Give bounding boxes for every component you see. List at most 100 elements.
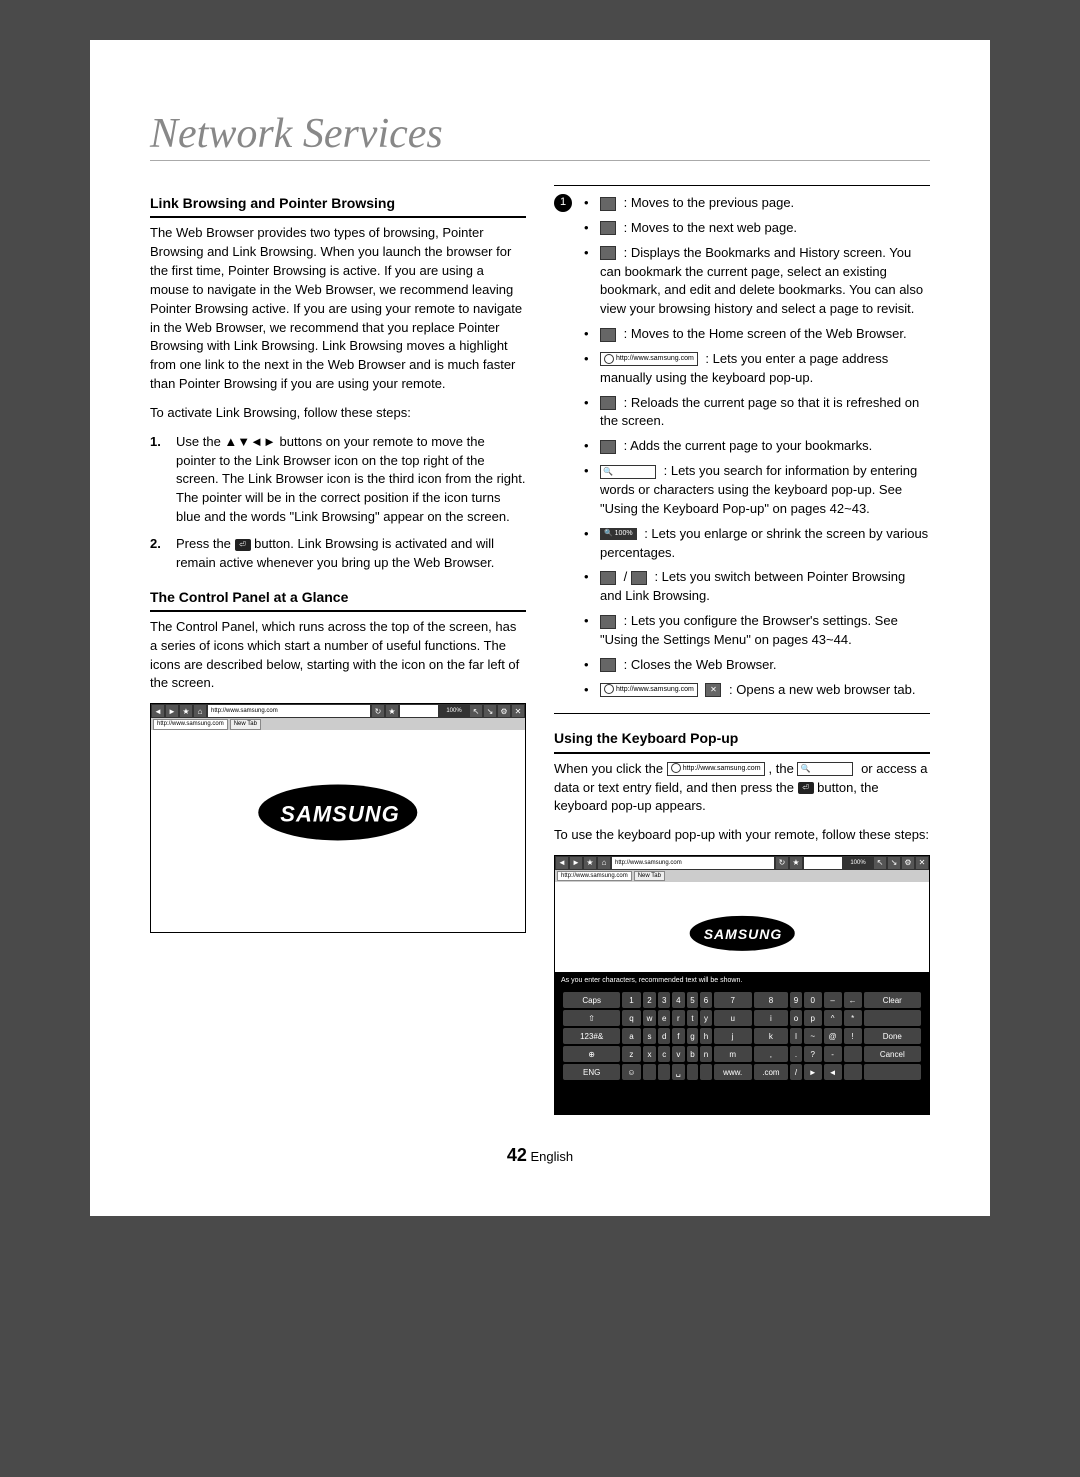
keyboard-key[interactable] — [844, 1046, 862, 1062]
keyboard-key[interactable] — [864, 1010, 921, 1026]
step-text: Press the ⏎ button. Link Browsing is act… — [176, 535, 526, 573]
keyboard-key[interactable]: p — [804, 1010, 822, 1026]
star-icon: ★ — [385, 704, 399, 718]
toolbar-item: : Displays the Bookmarks and History scr… — [584, 244, 930, 319]
keyboard-key[interactable]: q — [622, 1010, 640, 1026]
keyboard-key[interactable]: ! — [844, 1028, 862, 1044]
globe-icon — [671, 763, 681, 773]
keyboard-key[interactable]: e — [658, 1010, 670, 1026]
keyboard-key[interactable]: .com — [754, 1064, 789, 1080]
subhead-keyboard: Using the Keyboard Pop-up — [554, 728, 930, 753]
keyboard-key[interactable]: o — [790, 1010, 802, 1026]
keyboard-key[interactable] — [643, 1064, 657, 1080]
keyboard-key[interactable]: 2 — [643, 992, 657, 1008]
keyboard-key[interactable]: 5 — [687, 992, 699, 1008]
callout-1: 1 — [554, 194, 572, 212]
toolbar-item: : Adds the current page to your bookmark… — [584, 437, 930, 456]
keyboard-key[interactable] — [700, 1064, 712, 1080]
keyboard-key[interactable]: c — [658, 1046, 670, 1062]
keyboard-key[interactable]: d — [658, 1028, 670, 1044]
keyboard-key[interactable]: f — [672, 1028, 685, 1044]
keyboard-key[interactable]: j — [714, 1028, 752, 1044]
keyboard-key[interactable]: 4 — [672, 992, 685, 1008]
toolbar-icon — [600, 658, 616, 672]
new-tab: New Tab — [634, 871, 665, 882]
keyboard-key[interactable]: ← — [844, 992, 862, 1008]
url-box-icon: http://www.samsung.com — [600, 352, 698, 366]
keyboard-key[interactable]: 1 — [622, 992, 640, 1008]
keyboard-key[interactable] — [864, 1064, 921, 1080]
keyboard-key[interactable]: u — [714, 1010, 752, 1026]
keyboard-key[interactable]: i — [754, 1010, 789, 1026]
keyboard-key[interactable]: ► — [804, 1064, 822, 1080]
keyboard-key[interactable]: ? — [804, 1046, 822, 1062]
keyboard-key[interactable]: Cancel — [864, 1046, 921, 1062]
toolbar-list: : Moves to the previous page. : Moves to… — [584, 194, 930, 705]
keyboard-key[interactable]: y — [700, 1010, 712, 1026]
back-icon: ◄ — [151, 704, 165, 718]
keyboard-key[interactable]: k — [754, 1028, 789, 1044]
keyboard-key[interactable] — [687, 1064, 699, 1080]
keyboard-key[interactable]: / — [790, 1064, 802, 1080]
pointer-icon — [600, 571, 616, 585]
keyboard-key[interactable]: Done — [864, 1028, 921, 1044]
keyboard-key[interactable]: . — [790, 1046, 802, 1062]
keyboard-key[interactable]: b — [687, 1046, 699, 1062]
keyboard-key[interactable]: 8 — [754, 992, 789, 1008]
keyboard-key[interactable]: v — [672, 1046, 685, 1062]
toolbar-item: 🔍 : Lets you search for information by e… — [584, 462, 930, 519]
reload-icon: ↻ — [371, 704, 385, 718]
back-icon: ◄ — [555, 856, 569, 870]
keyboard-key[interactable]: x — [643, 1046, 657, 1062]
keyboard-key[interactable]: * — [844, 1010, 862, 1026]
keyboard-key[interactable]: www. — [714, 1064, 752, 1080]
keyboard-key[interactable]: ENG — [563, 1064, 620, 1080]
keyboard-key[interactable]: ^ — [824, 1010, 842, 1026]
keyboard-key[interactable]: 7 — [714, 992, 752, 1008]
keyboard-key[interactable] — [658, 1064, 670, 1080]
subhead-link-browsing: Link Browsing and Pointer Browsing — [150, 193, 526, 218]
keyboard-key[interactable]: , — [754, 1046, 789, 1062]
keyboard-key[interactable]: l — [790, 1028, 802, 1044]
keyboard-key[interactable]: h — [700, 1028, 712, 1044]
left-column: Link Browsing and Pointer Browsing The W… — [150, 179, 526, 1115]
keyboard-key[interactable]: 3 — [658, 992, 670, 1008]
new-tab: New Tab — [230, 719, 261, 730]
keyboard-key[interactable]: Caps — [563, 992, 620, 1008]
keyboard-key[interactable]: z — [622, 1046, 640, 1062]
keyboard-key[interactable]: w — [643, 1010, 657, 1026]
keyboard-key[interactable]: g — [687, 1028, 699, 1044]
keyboard-key[interactable]: ␣ — [672, 1064, 685, 1080]
keyboard-key[interactable]: 9 — [790, 992, 802, 1008]
toolbar-icon — [600, 221, 616, 235]
search-box-icon: 🔍 — [600, 465, 656, 479]
keyboard-key[interactable]: 6 — [700, 992, 712, 1008]
keyboard-key[interactable]: ☺ — [622, 1064, 640, 1080]
toolbar-icon — [600, 396, 616, 410]
divider — [554, 713, 930, 714]
samsung-logo: SAMSUNG — [690, 916, 795, 950]
browser-tabs: http://www.samsung.com New Tab — [555, 870, 929, 882]
keyboard-key[interactable]: ◄ — [824, 1064, 842, 1080]
toolbar-icon — [600, 328, 616, 342]
keyboard-key[interactable]: 123#& — [563, 1028, 620, 1044]
keyboard-key[interactable]: ~ — [804, 1028, 822, 1044]
keyboard-key[interactable]: t — [687, 1010, 699, 1026]
keyboard-key[interactable]: 0 — [804, 992, 822, 1008]
keyboard-key[interactable]: ⊕ — [563, 1046, 620, 1062]
keyboard-key[interactable]: Clear — [864, 992, 921, 1008]
keyboard-key[interactable]: – — [824, 992, 842, 1008]
keyboard-key[interactable]: r — [672, 1010, 685, 1026]
keyboard-key[interactable]: a — [622, 1028, 640, 1044]
keyboard-key[interactable]: ⇧ — [563, 1010, 620, 1026]
keyboard-key[interactable]: - — [824, 1046, 842, 1062]
page-number: 42 — [507, 1145, 527, 1165]
keyboard-key[interactable]: @ — [824, 1028, 842, 1044]
keyboard-key[interactable]: n — [700, 1046, 712, 1062]
keyboard-key[interactable]: s — [643, 1028, 657, 1044]
settings-icon: ⚙ — [901, 856, 915, 870]
step-number: 1. — [150, 433, 168, 527]
keyboard-key[interactable] — [844, 1064, 862, 1080]
keyboard-key[interactable]: m — [714, 1046, 752, 1062]
search-box-icon: 🔍 — [797, 762, 853, 776]
